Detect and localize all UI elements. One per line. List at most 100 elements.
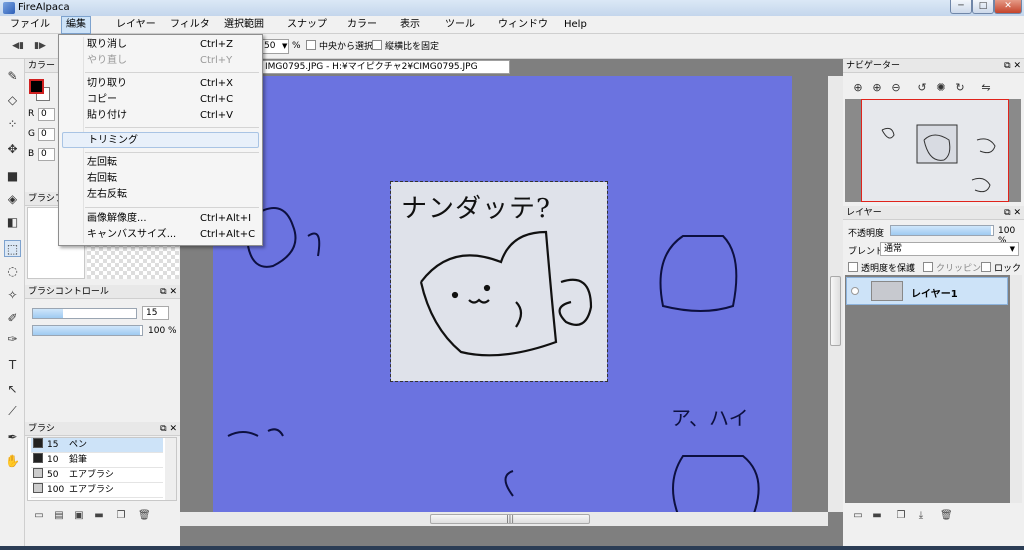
- maximize-button[interactable]: □: [972, 0, 994, 14]
- brush-script-icon[interactable]: ▣: [73, 510, 85, 522]
- shape-tool-icon[interactable]: ■: [4, 168, 21, 185]
- dot-tool-icon[interactable]: ⁘: [4, 116, 21, 133]
- layer-panel-window-controls[interactable]: ⧉ ✕: [1004, 206, 1021, 220]
- foreground-color-box[interactable]: [29, 79, 44, 94]
- magic-wand-icon[interactable]: ✧: [4, 287, 21, 304]
- menu-layer[interactable]: レイヤー: [112, 16, 160, 34]
- select-tool-icon[interactable]: ⬚: [4, 240, 21, 257]
- menu-item-rotate-left[interactable]: 左回転: [59, 155, 262, 171]
- brush-opacity-slider[interactable]: [32, 325, 143, 336]
- vertical-scrollbar[interactable]: [828, 76, 843, 512]
- eraser-tool-icon[interactable]: ◇: [4, 92, 21, 109]
- brush-duplicate-icon[interactable]: ❐: [115, 510, 127, 522]
- dropper-tool-icon[interactable]: ⟋: [4, 403, 21, 420]
- gradient-tool-icon[interactable]: ◧: [4, 214, 21, 231]
- close-button[interactable]: ✕: [994, 0, 1022, 14]
- menu-window[interactable]: ウィンドウ: [494, 16, 552, 34]
- b-field[interactable]: 0: [38, 148, 55, 161]
- brush-item[interactable]: 100 エアブラシ: [31, 483, 163, 498]
- duplicate-layer-icon[interactable]: ❐: [895, 510, 907, 522]
- brush-panel-window-controls[interactable]: ⧉ ✕: [160, 422, 177, 436]
- lasso-tool-icon[interactable]: ◌: [4, 263, 21, 280]
- lock-checkbox[interactable]: ロック: [981, 262, 1021, 275]
- brush-copy-icon[interactable]: ▤: [53, 510, 65, 522]
- brush-size-field[interactable]: 15: [142, 306, 169, 320]
- zoom-fit-icon[interactable]: ⊕: [851, 81, 865, 95]
- navigator-preview[interactable]: [845, 99, 1021, 202]
- lock-label: ロック: [994, 264, 1022, 274]
- operation-tool-icon[interactable]: ↖: [4, 381, 21, 398]
- center-select-checkbox[interactable]: 中央から選択: [306, 40, 373, 53]
- brush-folder-icon[interactable]: ▬: [93, 510, 105, 522]
- next-icon[interactable]: ▮▶: [33, 40, 47, 52]
- menu-selection[interactable]: 選択範囲: [220, 16, 268, 34]
- layer-item[interactable]: レイヤー1: [846, 277, 1008, 305]
- zoom-in-icon[interactable]: ⊕: [870, 81, 884, 95]
- flip-view-icon[interactable]: ⇋: [979, 81, 993, 95]
- move-tool-icon[interactable]: ✥: [4, 141, 21, 158]
- brush-item[interactable]: 50 エアブラシ: [31, 468, 163, 483]
- r-field[interactable]: 0: [38, 108, 55, 121]
- selection-rectangle[interactable]: ナンダッテ?: [390, 181, 608, 382]
- menu-snap[interactable]: スナップ: [283, 16, 331, 34]
- text-tool-icon[interactable]: T: [4, 357, 21, 374]
- pen-tool-icon[interactable]: ✎: [4, 68, 21, 85]
- menu-help[interactable]: Help: [560, 16, 591, 34]
- menu-filter[interactable]: フィルタ: [166, 16, 214, 34]
- minimize-button[interactable]: ─: [950, 0, 972, 14]
- menu-item-trim[interactable]: トリミング: [62, 132, 259, 148]
- document-tab[interactable]: IMG0795.JPG - H:¥マイピクチャ2¥CIMG0795.JPG: [260, 60, 510, 74]
- menu-edit[interactable]: 編集: [61, 16, 91, 34]
- blend-mode-select[interactable]: 通常 ▼: [880, 242, 1019, 256]
- layer-scrollbar[interactable]: [1010, 275, 1022, 503]
- rotate-reset-icon[interactable]: ✺: [934, 81, 948, 95]
- navigator-window-controls[interactable]: ⧉ ✕: [1004, 59, 1021, 73]
- brush-size-slider[interactable]: [32, 308, 137, 319]
- navigator-view-rect[interactable]: [861, 99, 1009, 202]
- layer-opacity-slider[interactable]: [890, 225, 994, 236]
- zoom-dropdown-icon[interactable]: ▼: [282, 42, 287, 50]
- vertical-scroll-thumb[interactable]: [830, 276, 841, 346]
- brush-control-window-controls[interactable]: ⧉ ✕: [160, 285, 177, 299]
- menu-item-cut[interactable]: 切り取り Ctrl+X: [59, 76, 262, 92]
- new-folder-icon[interactable]: ▬: [871, 510, 883, 522]
- doodle-left-tail: [307, 232, 321, 257]
- fill-tool-icon[interactable]: ◈: [4, 191, 21, 208]
- clipping-checkbox[interactable]: クリッピング: [923, 262, 990, 275]
- brush-delete-icon[interactable]: 🗑: [138, 510, 151, 522]
- rotate-left-icon[interactable]: ↺: [915, 81, 929, 95]
- prev-icon[interactable]: ◀▮: [11, 40, 25, 52]
- menu-color[interactable]: カラー: [343, 16, 381, 34]
- horizontal-scroll-thumb[interactable]: |||: [430, 514, 590, 524]
- color-panel-title: カラー: [28, 61, 56, 71]
- horizontal-scrollbar[interactable]: |||: [180, 512, 828, 526]
- menu-tools[interactable]: ツール: [441, 16, 479, 34]
- menu-item-copy[interactable]: コピー Ctrl+C: [59, 92, 262, 108]
- menu-item-image-resolution[interactable]: 画像解像度... Ctrl+Alt+I: [59, 211, 262, 227]
- eyedropper-icon[interactable]: ✒: [4, 429, 21, 446]
- menu-item-undo[interactable]: 取り消し Ctrl+Z: [59, 37, 262, 53]
- zoom-out-icon[interactable]: ⊖: [889, 81, 903, 95]
- protect-alpha-checkbox[interactable]: 透明度を保護: [848, 262, 915, 275]
- brush-item[interactable]: 10 鉛筆: [31, 453, 163, 468]
- new-layer-icon[interactable]: ▭: [852, 510, 864, 522]
- brush-item[interactable]: 15 ペン: [31, 438, 163, 453]
- menu-item-canvas-size[interactable]: キャンバスサイズ... Ctrl+Alt+C: [59, 227, 262, 243]
- menu-item-rotate-right[interactable]: 右回転: [59, 171, 262, 187]
- menu-view[interactable]: 表示: [396, 16, 424, 34]
- fix-aspect-checkbox[interactable]: 縦横比を固定: [372, 40, 439, 53]
- menu-item-flip-horizontal[interactable]: 左右反転: [59, 187, 262, 203]
- canvas-image[interactable]: ナンダッテ? ア、ハイ: [213, 76, 792, 513]
- hand-tool-icon[interactable]: ✋: [4, 453, 21, 470]
- delete-layer-icon[interactable]: 🗑: [940, 510, 953, 522]
- select-pen-icon[interactable]: ✐: [4, 310, 21, 327]
- visibility-icon[interactable]: [851, 287, 859, 295]
- menu-item-paste[interactable]: 貼り付け Ctrl+V: [59, 108, 262, 124]
- g-field[interactable]: 0: [38, 128, 55, 141]
- menu-file[interactable]: ファイル: [6, 16, 54, 34]
- rotate-right-icon[interactable]: ↻: [953, 81, 967, 95]
- merge-layer-icon[interactable]: ⤓: [915, 510, 927, 522]
- brush-list-scrollbar[interactable]: [165, 438, 176, 500]
- new-brush-icon[interactable]: ▭: [33, 510, 45, 522]
- select-eraser-icon[interactable]: ✑: [4, 331, 21, 348]
